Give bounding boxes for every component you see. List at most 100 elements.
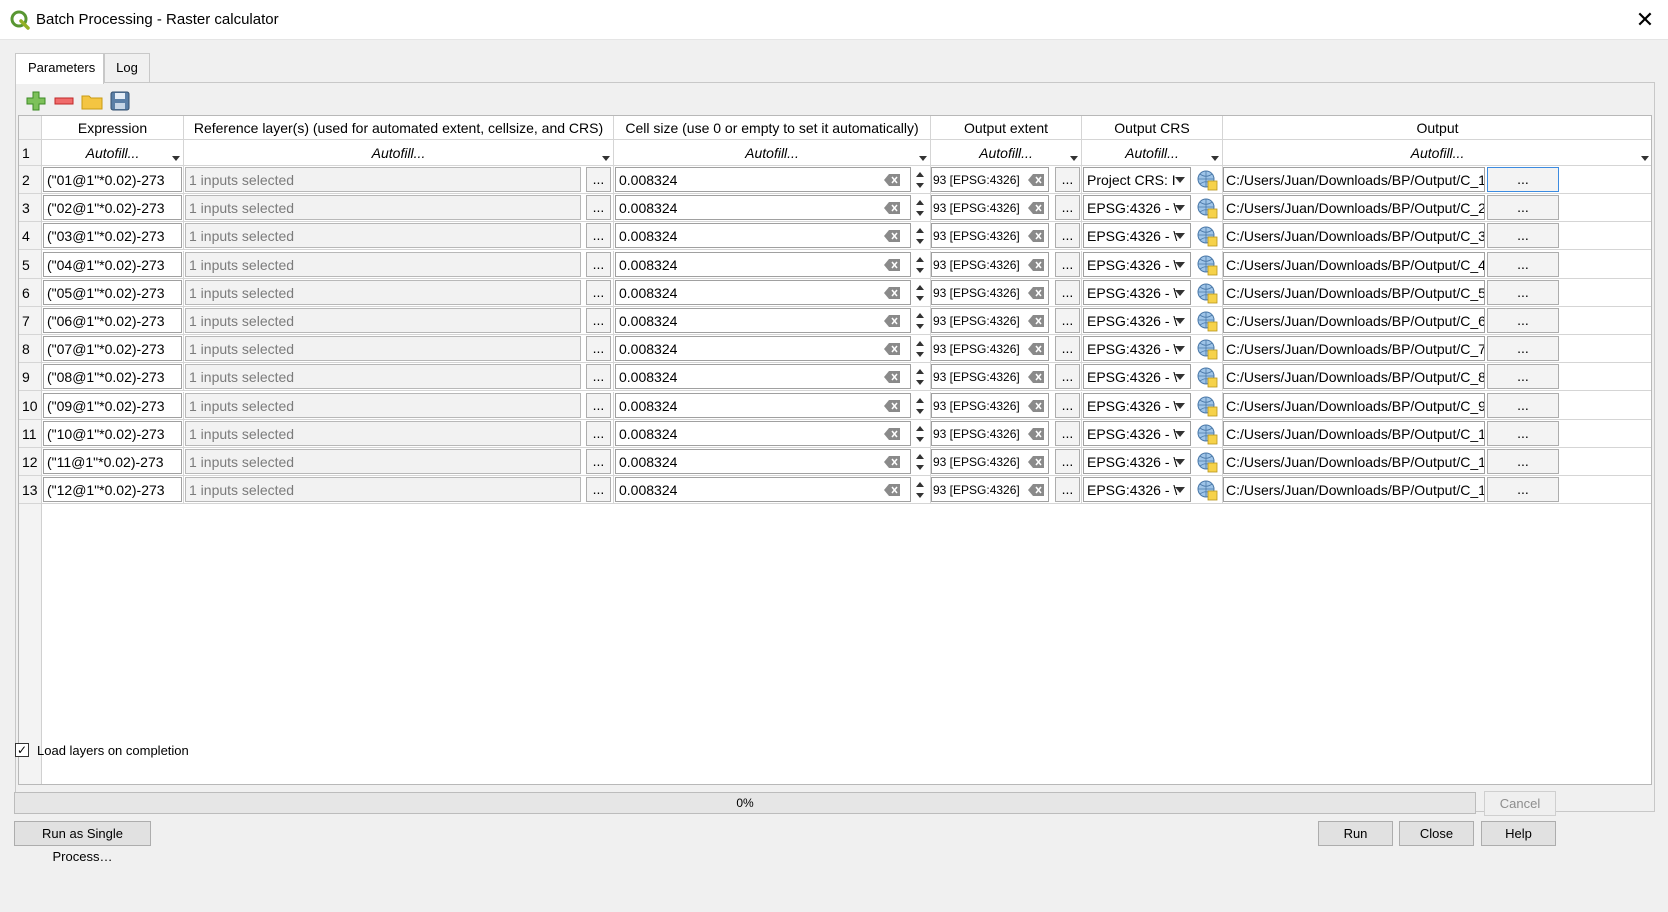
browse-output-button[interactable]: ... <box>1487 279 1559 305</box>
column-header[interactable]: Cell size (use 0 or empty to set it auto… <box>614 116 931 140</box>
clear-icon[interactable] <box>1028 173 1044 186</box>
crs-selector-icon[interactable] <box>1196 366 1218 388</box>
spinbox-arrows-icon[interactable] <box>913 167 927 193</box>
cell-size-input[interactable]: 0.008324 <box>615 392 911 418</box>
extent-options-button[interactable]: ... <box>1055 251 1080 277</box>
clear-icon[interactable] <box>884 342 900 356</box>
expression-input[interactable]: ("10@1"*0.02)-273 <box>43 420 182 446</box>
autofill-cell[interactable]: Autofill... <box>1223 140 1651 166</box>
extent-options-button[interactable]: ... <box>1055 336 1080 362</box>
autofill-cell[interactable]: Autofill... <box>184 140 614 166</box>
expression-input[interactable]: ("12@1"*0.02)-273 <box>43 477 182 503</box>
autofill-cell[interactable]: Autofill... <box>614 140 931 166</box>
tab-parameters[interactable]: Parameters <box>15 53 104 84</box>
select-layers-button[interactable]: ... <box>586 420 611 446</box>
select-layers-button[interactable]: ... <box>586 279 611 305</box>
output-path-input[interactable]: C:/Users/Juan/Downloads/BP/Output/C_12 <box>1223 477 1485 503</box>
crs-selector-icon[interactable] <box>1196 225 1218 247</box>
clear-icon[interactable] <box>1028 370 1044 384</box>
clear-icon[interactable] <box>884 258 900 271</box>
column-header[interactable]: Expression <box>42 116 184 140</box>
clear-icon[interactable] <box>884 455 900 468</box>
autofill-cell[interactable]: Autofill... <box>1082 140 1223 166</box>
extent-options-button[interactable]: ... <box>1055 392 1080 418</box>
crs-selector-icon[interactable] <box>1196 451 1218 473</box>
cell-size-input[interactable]: 0.008324 <box>615 195 911 221</box>
spinbox-arrows-icon[interactable] <box>913 477 927 503</box>
browse-output-button[interactable]: ... <box>1487 223 1559 249</box>
spinbox-arrows-icon[interactable] <box>913 449 927 475</box>
cell-size-input[interactable]: 0.008324 <box>615 279 911 305</box>
select-layers-button[interactable]: ... <box>586 167 611 192</box>
crs-selector-icon[interactable] <box>1196 395 1218 417</box>
column-header[interactable]: Reference layer(s) (used for automated e… <box>184 116 614 140</box>
expression-input[interactable]: ("08@1"*0.02)-273 <box>43 364 182 390</box>
expression-input[interactable]: ("11@1"*0.02)-273 <box>43 449 182 474</box>
output-path-input[interactable]: C:/Users/Juan/Downloads/BP/Output/C_8. <box>1223 364 1485 390</box>
clear-icon[interactable] <box>884 314 900 327</box>
open-folder-icon[interactable] <box>80 89 104 113</box>
cell-size-input[interactable]: 0.008324 <box>615 308 911 333</box>
cell-size-input[interactable]: 0.008324 <box>615 420 911 446</box>
cell-size-input[interactable]: 0.008324 <box>615 364 911 390</box>
spinbox-arrows-icon[interactable] <box>913 308 927 334</box>
extent-options-button[interactable]: ... <box>1055 420 1080 446</box>
clear-icon[interactable] <box>1028 455 1044 468</box>
expression-input[interactable]: ("04@1"*0.02)-273 <box>43 251 182 277</box>
expression-input[interactable]: ("02@1"*0.02)-273 <box>43 195 182 221</box>
extent-options-button[interactable]: ... <box>1055 223 1080 249</box>
clear-icon[interactable] <box>1028 342 1044 356</box>
cell-size-input[interactable]: 0.008324 <box>615 251 911 277</box>
crs-selector-icon[interactable] <box>1196 254 1218 276</box>
crs-selector-icon[interactable] <box>1196 423 1218 445</box>
select-layers-button[interactable]: ... <box>586 308 611 333</box>
spinbox-arrows-icon[interactable] <box>913 421 927 447</box>
output-path-input[interactable]: C:/Users/Juan/Downloads/BP/Output/C_1. <box>1223 167 1485 192</box>
select-layers-button[interactable]: ... <box>586 195 611 221</box>
clear-icon[interactable] <box>1028 258 1044 271</box>
clear-icon[interactable] <box>1028 399 1044 412</box>
extent-options-button[interactable]: ... <box>1055 308 1080 333</box>
column-header[interactable]: Output CRS <box>1082 116 1223 140</box>
select-layers-button[interactable]: ... <box>586 392 611 418</box>
select-layers-button[interactable]: ... <box>586 251 611 277</box>
spinbox-arrows-icon[interactable] <box>913 393 927 419</box>
extent-options-button[interactable]: ... <box>1055 364 1080 390</box>
autofill-cell[interactable]: Autofill... <box>931 140 1082 166</box>
crs-selector-icon[interactable] <box>1196 197 1218 219</box>
browse-output-button[interactable]: ... <box>1487 449 1559 474</box>
browse-output-button[interactable]: ... <box>1487 392 1559 418</box>
browse-output-button[interactable]: ... <box>1487 420 1559 446</box>
load-layers-checkbox[interactable]: ✓ <box>15 743 29 757</box>
select-layers-button[interactable]: ... <box>586 223 611 249</box>
extent-options-button[interactable]: ... <box>1055 167 1080 192</box>
output-path-input[interactable]: C:/Users/Juan/Downloads/BP/Output/C_2. <box>1223 195 1485 221</box>
extent-options-button[interactable]: ... <box>1055 195 1080 221</box>
clear-icon[interactable] <box>884 370 900 384</box>
extent-options-button[interactable]: ... <box>1055 449 1080 474</box>
run-button[interactable]: Run <box>1318 821 1393 846</box>
extent-options-button[interactable]: ... <box>1055 279 1080 305</box>
cell-size-input[interactable]: 0.008324 <box>615 477 911 503</box>
autofill-cell[interactable]: Autofill... <box>42 140 184 166</box>
column-header[interactable]: Output <box>1223 116 1651 140</box>
extent-options-button[interactable]: ... <box>1055 477 1080 503</box>
expression-input[interactable]: ("05@1"*0.02)-273 <box>43 279 182 305</box>
output-path-input[interactable]: C:/Users/Juan/Downloads/BP/Output/C_3. <box>1223 223 1485 249</box>
crs-selector-icon[interactable] <box>1196 282 1218 304</box>
expression-input[interactable]: ("03@1"*0.02)-273 <box>43 223 182 249</box>
spinbox-arrows-icon[interactable] <box>913 252 927 278</box>
spinbox-arrows-icon[interactable] <box>913 195 927 221</box>
window-close-button[interactable]: ✕ <box>1622 0 1668 40</box>
clear-icon[interactable] <box>884 286 900 299</box>
help-button[interactable]: Help <box>1481 821 1556 846</box>
spinbox-arrows-icon[interactable] <box>913 223 927 249</box>
column-header[interactable]: Output extent <box>931 116 1082 140</box>
output-path-input[interactable]: C:/Users/Juan/Downloads/BP/Output/C_4. <box>1223 251 1485 277</box>
browse-output-button[interactable]: ... <box>1487 167 1559 192</box>
select-layers-button[interactable]: ... <box>586 336 611 362</box>
output-path-input[interactable]: C:/Users/Juan/Downloads/BP/Output/C_10 <box>1223 420 1485 446</box>
cell-size-input[interactable]: 0.008324 <box>615 449 911 474</box>
expression-input[interactable]: ("06@1"*0.02)-273 <box>43 308 182 333</box>
select-layers-button[interactable]: ... <box>586 449 611 474</box>
